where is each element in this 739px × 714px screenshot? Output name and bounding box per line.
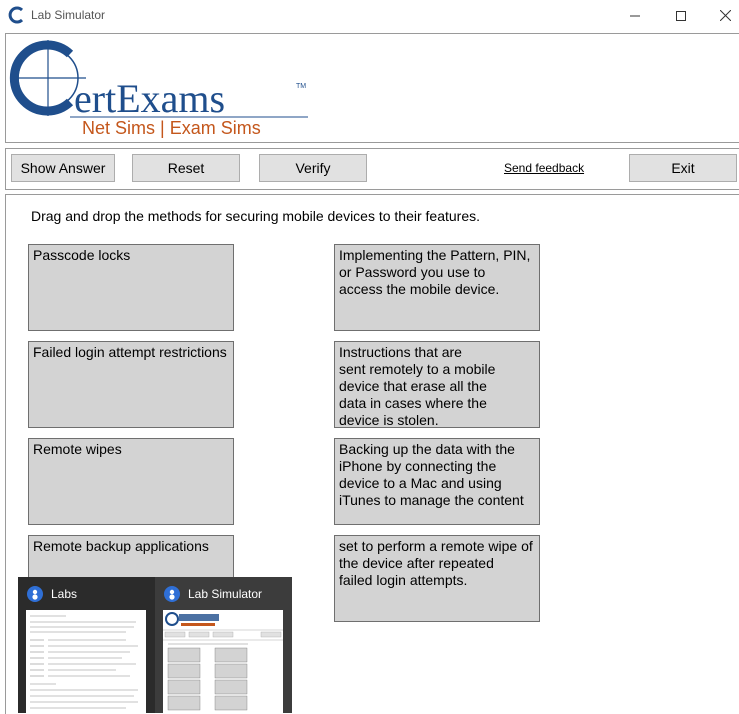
exit-button[interactable]: Exit: [629, 154, 737, 182]
logo-trademark: TM: [296, 83, 306, 90]
method-box[interactable]: Passcode locks: [28, 244, 234, 331]
close-button[interactable]: [702, 0, 739, 31]
reset-button[interactable]: Reset: [132, 154, 240, 182]
taskbar-preview: Labs Lab Simulator: [18, 577, 292, 713]
thumbnail-preview: [163, 610, 283, 713]
logo-panel: ertExams TM Net Sims | Exam Sims: [5, 33, 739, 143]
taskbar-item-labs[interactable]: Labs: [18, 577, 155, 713]
window-title: Lab Simulator: [31, 8, 106, 22]
maximize-icon: [676, 10, 686, 21]
send-feedback-link[interactable]: Send feedback: [504, 161, 584, 175]
maximize-button[interactable]: [658, 0, 704, 31]
verify-button[interactable]: Verify: [259, 154, 367, 182]
minimize-button[interactable]: [612, 0, 658, 31]
app-logo-icon: [8, 6, 24, 24]
title-bar: Lab Simulator: [0, 0, 739, 31]
logo-tagline: Net Sims | Exam Sims: [82, 118, 261, 138]
taskbar-item-lab-simulator[interactable]: Lab Simulator: [155, 577, 292, 713]
feature-box[interactable]: Instructions that are sent remotely to a…: [334, 341, 540, 428]
app-icon: [27, 586, 43, 602]
feature-box[interactable]: set to perform a remote wipe of the devi…: [334, 535, 540, 622]
feature-box[interactable]: Backing up the data with the iPhone by c…: [334, 438, 540, 525]
method-box[interactable]: Remote wipes: [28, 438, 234, 525]
taskbar-item-label: Labs: [51, 587, 78, 601]
window-thumbnail: [26, 610, 146, 713]
logo-wordmark: ertExams: [74, 76, 225, 121]
instruction-text: Drag and drop the methods for securing m…: [31, 208, 481, 224]
taskbar-item-label: Lab Simulator: [188, 587, 263, 601]
toolbar: Show Answer Reset Verify Send feedback E…: [5, 148, 739, 190]
feature-box[interactable]: Implementing the Pattern, PIN, or Passwo…: [334, 244, 540, 331]
certexams-logo: ertExams TM Net Sims | Exam Sims: [9, 40, 308, 138]
app-icon: [164, 586, 180, 602]
close-icon: [719, 10, 731, 21]
method-box[interactable]: Failed login attempt restrictions: [28, 341, 234, 428]
minimize-icon: [630, 15, 640, 16]
window-thumbnail: [163, 610, 283, 713]
thumbnail-preview: [26, 610, 146, 713]
show-answer-button[interactable]: Show Answer: [11, 154, 115, 182]
